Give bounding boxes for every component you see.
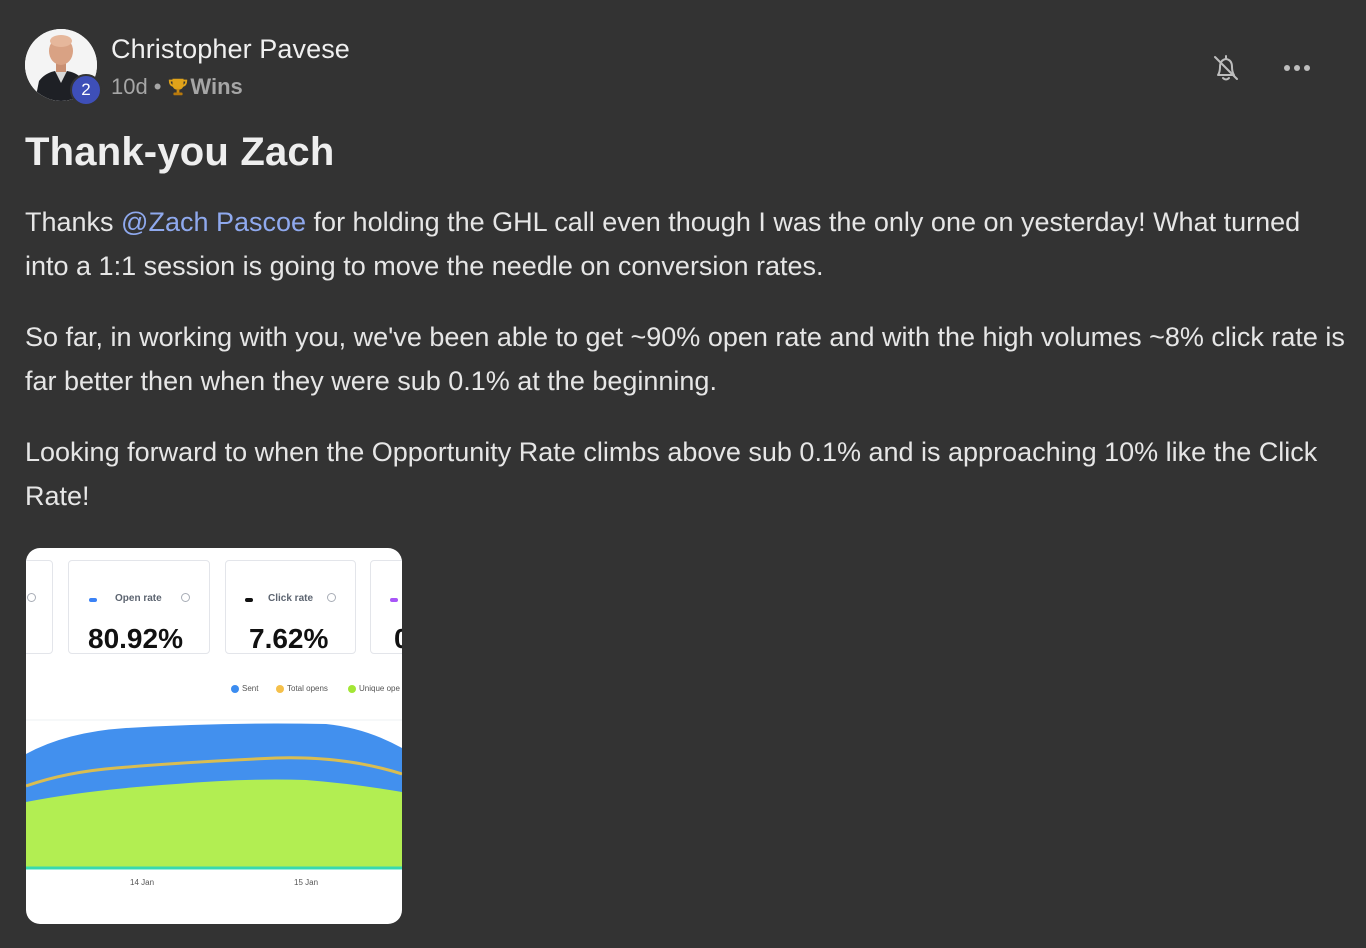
stat-card	[26, 560, 53, 654]
stat-label: Open rate	[115, 593, 162, 604]
info-icon	[27, 593, 36, 602]
post-title: Thank-you Zach	[25, 130, 335, 174]
series-marker	[390, 598, 398, 602]
x-tick-label: 14 Jan	[130, 878, 154, 887]
user-mention-link[interactable]: @Zach Pascoe	[121, 207, 306, 237]
post-card: 2 Christopher Pavese 10d • Wins Thank-yo…	[0, 0, 1366, 948]
stat-value: 80.92%	[88, 623, 183, 654]
series-marker	[245, 598, 253, 602]
notifications-toggle-button[interactable]	[1206, 48, 1246, 88]
author-name[interactable]: Christopher Pavese	[111, 34, 350, 65]
chart-legend-item: Sent	[231, 684, 258, 693]
legend-swatch	[276, 684, 284, 693]
stat-card-click-rate: Click rate 7.62%	[225, 560, 356, 654]
chart-legend-item: Unique ope	[348, 684, 400, 693]
post-category[interactable]: Wins	[167, 74, 243, 100]
post-meta: 10d • Wins	[111, 74, 243, 100]
post-category-label: Wins	[190, 74, 243, 99]
more-horizontal-icon	[1284, 65, 1290, 71]
post-paragraph: Looking forward to when the Opportunity …	[25, 437, 1318, 511]
post-time[interactable]: 10d	[111, 74, 148, 100]
meta-separator: •	[153, 74, 162, 99]
level-badge: 2	[70, 74, 102, 106]
x-tick-label: 15 Jan	[294, 878, 318, 887]
post-paragraph: So far, in working with you, we've been …	[25, 322, 1345, 396]
bell-off-icon	[1214, 55, 1238, 81]
area-chart: 14 Jan 15 Jan	[26, 719, 402, 887]
more-options-button[interactable]	[1277, 52, 1317, 84]
series-marker	[89, 598, 97, 602]
stat-value: 0	[394, 623, 402, 654]
legend-swatch	[231, 684, 239, 693]
post-image-attachment[interactable]: Open rate 80.92% Click rate 7.62% 0 Sent…	[26, 548, 402, 924]
trophy-icon	[169, 78, 188, 96]
info-icon	[327, 593, 336, 602]
post-paragraph: Thanks @Zach Pascoe for holding the GHL …	[25, 207, 1301, 281]
stat-card-open-rate: Open rate 80.92%	[68, 560, 210, 654]
stat-card: 0	[370, 560, 402, 654]
info-icon	[181, 593, 190, 602]
legend-swatch	[348, 684, 356, 693]
stat-value: 7.62%	[249, 623, 329, 654]
chart-legend-item: Total opens	[276, 684, 328, 693]
stat-label: Click rate	[268, 593, 314, 604]
